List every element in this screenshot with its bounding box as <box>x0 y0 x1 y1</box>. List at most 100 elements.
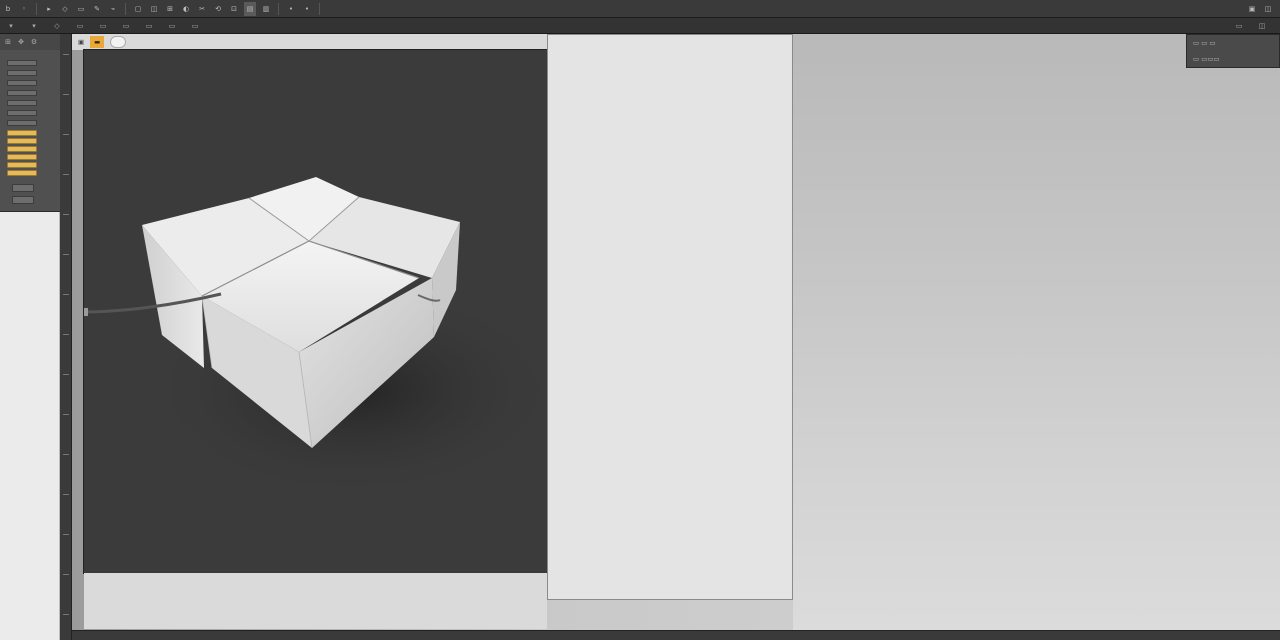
left-sidebar: ⊞ ✥ ⚙ <box>0 34 60 640</box>
ruler-tick <box>63 334 69 335</box>
layer-row[interactable] <box>7 110 37 116</box>
panel-button[interactable] <box>12 184 34 192</box>
options-slot-4[interactable]: ▭ <box>71 20 92 32</box>
tool-button-10[interactable]: ⊞ <box>164 2 176 16</box>
document-tab[interactable]: ▣ <box>74 36 88 48</box>
options-slot-1[interactable]: ▾ <box>2 20 23 32</box>
options-slot-2[interactable]: ▾ <box>25 20 46 32</box>
toolbar-separator <box>278 2 279 15</box>
navigator-widget[interactable]: ▭ ▭ ▭ ▭ ▭▭▭ <box>1186 34 1280 68</box>
layer-row[interactable] <box>7 90 37 96</box>
ruler-tick <box>63 494 69 495</box>
tab-toggle-button[interactable] <box>110 36 127 48</box>
box-illustration[interactable] <box>84 50 547 573</box>
tool-button-8[interactable]: ▢ <box>132 2 144 16</box>
panel-button[interactable] <box>12 196 34 204</box>
layout-toggle-icon[interactable]: ◫ <box>1262 2 1274 16</box>
ruler-tick <box>63 54 69 55</box>
ruler-tick <box>63 414 69 415</box>
options-right-slot-1[interactable]: ▭ <box>1230 20 1251 32</box>
properties-panel <box>0 212 60 640</box>
tool-button-14[interactable]: ⊡ <box>228 2 240 16</box>
layer-row-selected[interactable] <box>7 162 37 168</box>
cable-connector <box>84 308 88 316</box>
document-tab-active[interactable]: ▬ <box>90 36 105 48</box>
ruler-tick <box>63 294 69 295</box>
options-icon: ▭ <box>99 21 107 30</box>
options-slot-8[interactable]: ▭ <box>163 20 184 32</box>
dot-button-2[interactable]: • <box>301 2 313 16</box>
toolbar-separator <box>36 2 37 15</box>
tool-button-3[interactable]: ▸ <box>43 2 55 16</box>
options-icon: ▭ <box>191 21 199 30</box>
layer-row-selected[interactable] <box>7 146 37 152</box>
options-slot-3[interactable]: ◇ <box>48 20 69 32</box>
toolbar-separator <box>125 2 126 15</box>
tool-button-7[interactable]: ⌁ <box>107 2 119 16</box>
navigator-row: ▭ ▭▭▭ <box>1193 55 1220 63</box>
layer-row-selected[interactable] <box>7 170 37 176</box>
toolbar-separator <box>319 2 320 15</box>
options-icon: ▾ <box>9 21 13 30</box>
tool-button-4[interactable]: ◇ <box>59 2 71 16</box>
options-icon: ▾ <box>32 21 36 30</box>
tool-button-16[interactable]: ▥ <box>260 2 272 16</box>
layers-panel <box>0 50 60 212</box>
canvas-area[interactable]: ▭ ▭ ▭ ▭ ▭▭▭ <box>72 34 1280 640</box>
artboard[interactable] <box>84 50 547 573</box>
main-toolbar: b ◦ ▸ ◇ ▭ ✎ ⌁ ▢ ◫ ⊞ ◐ ✂ ⟲ ⊡ ▤ ▥ • • ▣ ◫ <box>0 0 1280 18</box>
ruler-tick <box>63 574 69 575</box>
options-icon: ▭ <box>168 21 176 30</box>
navigator-row: ▭ ▭ ▭ <box>1193 39 1216 47</box>
layer-row[interactable] <box>7 100 37 106</box>
ruler-tick <box>63 214 69 215</box>
tool-button-6[interactable]: ✎ <box>91 2 103 16</box>
status-bar <box>72 630 1280 640</box>
options-icon: ▭ <box>76 21 84 30</box>
ruler-tick <box>63 534 69 535</box>
ruler-tick <box>63 614 69 615</box>
tool-button-12[interactable]: ✂ <box>196 2 208 16</box>
options-slot-9[interactable]: ▭ <box>186 20 207 32</box>
tool-button-11[interactable]: ◐ <box>180 2 192 16</box>
options-icon: ▭ <box>1235 22 1243 30</box>
ruler-tick <box>63 94 69 95</box>
ruler-tick <box>63 134 69 135</box>
left-sidebar-header: ⊞ ✥ ⚙ <box>0 34 60 50</box>
tool-button-9[interactable]: ◫ <box>148 2 160 16</box>
tool-button-1[interactable]: b <box>2 2 14 16</box>
options-bar: ▾ ▾ ◇ ▭ ▭ ▭ ▭ ▭ ▭ ▭ ◫ <box>0 18 1280 34</box>
tool-button-2[interactable]: ◦ <box>18 2 30 16</box>
toolbar-right-group: ▣ ◫ <box>1244 2 1276 16</box>
vertical-ruler <box>60 34 72 640</box>
options-slot-7[interactable]: ▭ <box>140 20 161 32</box>
layer-row[interactable] <box>7 70 37 76</box>
tool-button-active[interactable]: ▤ <box>244 1 256 16</box>
ruler-tick <box>63 454 69 455</box>
panel-toggle-icon[interactable]: ▣ <box>1246 2 1258 16</box>
options-icon: ▭ <box>145 21 153 30</box>
tool-button-5[interactable]: ▭ <box>75 2 87 16</box>
ruler-tick <box>63 174 69 175</box>
options-right-group: ▭ ◫ <box>1230 20 1276 32</box>
pasteboard[interactable] <box>793 34 1280 640</box>
ruler-tick <box>63 254 69 255</box>
layer-row-selected[interactable] <box>7 138 37 144</box>
options-right-slot-2[interactable]: ◫ <box>1253 20 1274 32</box>
layer-row-selected[interactable] <box>7 130 37 136</box>
artboard-footer <box>84 573 547 629</box>
layer-row-selected[interactable] <box>7 154 37 160</box>
tool-button-13[interactable]: ⟲ <box>212 2 224 16</box>
move-icon[interactable]: ✥ <box>16 37 26 47</box>
layer-row[interactable] <box>7 120 37 126</box>
settings-icon[interactable]: ⚙ <box>29 37 39 47</box>
layer-row[interactable] <box>7 80 37 86</box>
dot-button-1[interactable]: • <box>285 2 297 16</box>
layer-row[interactable] <box>7 60 37 66</box>
options-slot-6[interactable]: ▭ <box>117 20 138 32</box>
grid-icon[interactable]: ⊞ <box>3 37 13 47</box>
options-slot-5[interactable]: ▭ <box>94 20 115 32</box>
options-icon: ◇ <box>54 21 60 30</box>
paper-page[interactable] <box>547 34 793 600</box>
ruler-tick <box>63 374 69 375</box>
